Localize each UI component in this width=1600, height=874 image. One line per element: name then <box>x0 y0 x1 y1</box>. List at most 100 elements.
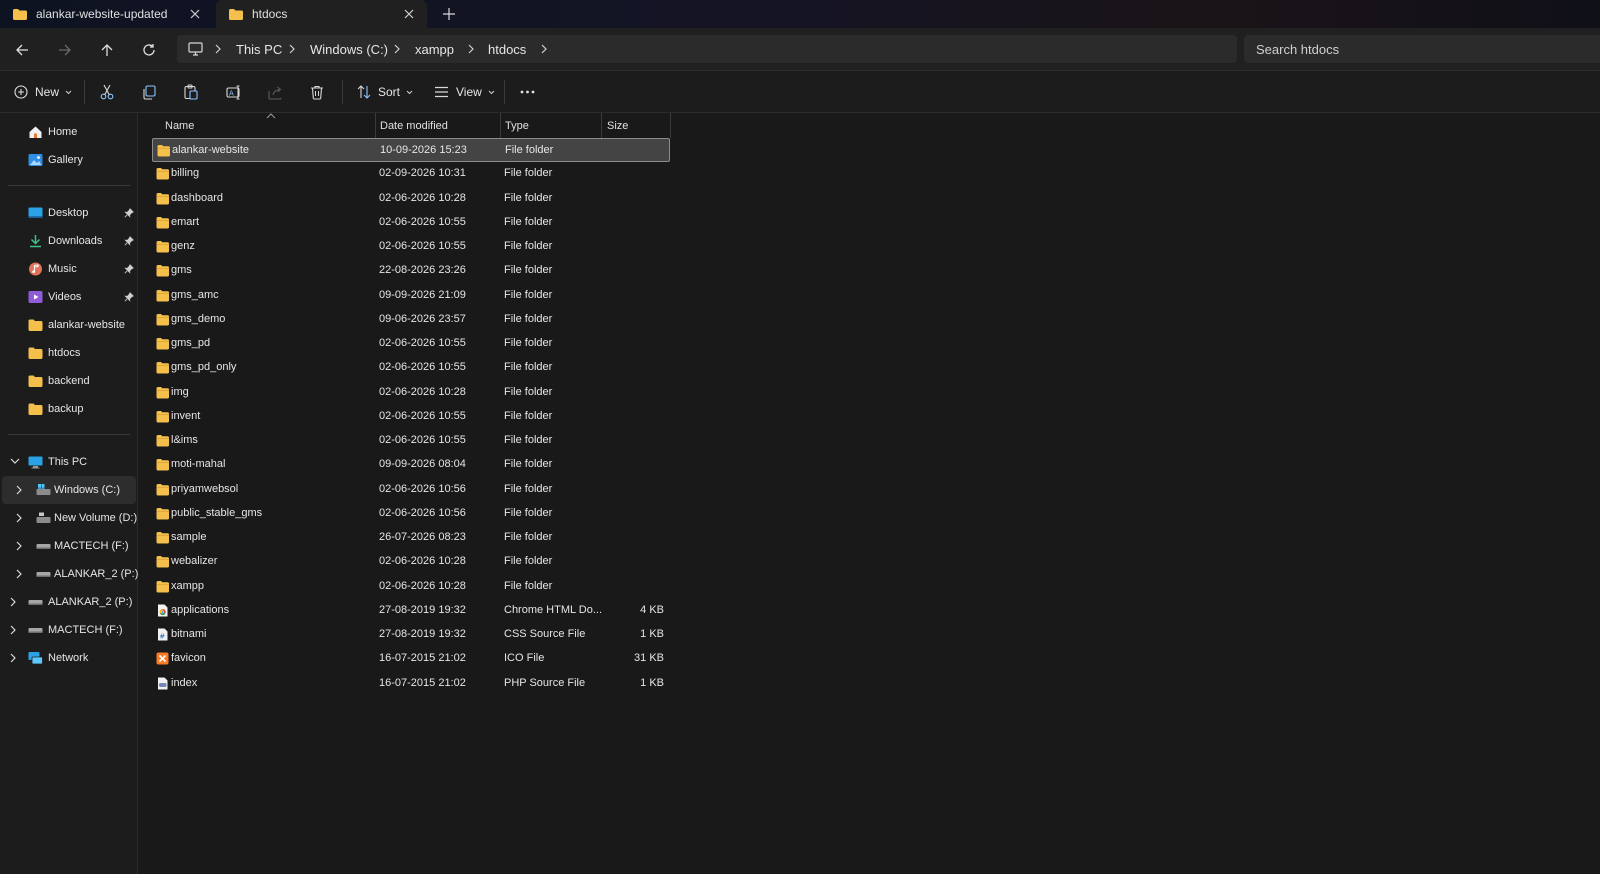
more-options-button[interactable] <box>520 80 535 104</box>
sidebar-item-gallery[interactable]: Gallery <box>0 146 138 174</box>
file-row[interactable]: dashboard 02-06-2026 10:28 File folder <box>152 187 670 211</box>
column-resize-handle[interactable] <box>670 113 671 138</box>
column-header-type[interactable]: Type <box>501 113 601 138</box>
refresh-button[interactable] <box>136 37 162 63</box>
file-date-modified: 09-09-2026 21:09 <box>379 288 466 301</box>
file-date-modified: 10-09-2026 15:23 <box>380 144 467 156</box>
new-tab-button[interactable] <box>441 6 457 22</box>
sidebar-item-backup[interactable]: backup <box>0 395 138 423</box>
sidebar-item-label: Gallery <box>48 154 83 166</box>
sidebar-item-this-pc[interactable]: This PC <box>0 448 138 476</box>
file-row[interactable]: invent 02-06-2026 10:55 File folder <box>152 405 670 429</box>
file-row[interactable]: applications 27-08-2019 19:32 Chrome HTML … <box>152 599 670 623</box>
chevron-right-icon[interactable] <box>16 569 23 579</box>
tab-alankar-website-updated[interactable]: alankar-website-updated <box>0 0 213 28</box>
sidebar-item-new-volume-d[interactable]: New Volume (D:) <box>0 504 138 532</box>
file-row[interactable]: genz 02-06-2026 10:55 File folder <box>152 235 670 259</box>
file-row[interactable]: alankar-website 10-09-2026 15:23 File fold… <box>152 138 670 162</box>
sort-label: Sort <box>378 85 401 99</box>
sidebar-item-label: Windows (C:) <box>54 484 121 496</box>
sidebar-item-music[interactable]: Music <box>0 255 138 283</box>
file-row[interactable]: sample 26-07-2026 08:23 File folder <box>152 526 670 550</box>
search-input[interactable]: Search htdocs <box>1244 35 1600 63</box>
sidebar-item-htdocs[interactable]: htdocs <box>0 339 138 367</box>
command-bar: New A Sort View <box>0 71 1600 113</box>
chevron-right-icon[interactable] <box>16 513 23 523</box>
file-row[interactable]: gms_pd_only 02-06-2026 10:55 File folder <box>152 356 670 380</box>
sidebar-item-alankar-2-p[interactable]: ALANKAR_2 (P:) <box>0 560 138 588</box>
file-row[interactable]: emart 02-06-2026 10:55 File folder <box>152 211 670 235</box>
file-type: File folder <box>504 264 553 277</box>
chevron-right-icon <box>394 44 400 54</box>
chevron-right-icon[interactable] <box>16 541 23 551</box>
file-row[interactable]: gms_demo 09-06-2026 23:57 File folder <box>152 308 670 332</box>
file-row[interactable]: webalizer 02-06-2026 10:28 File folder <box>152 550 670 574</box>
breadcrumb-htdocs[interactable]: htdocs <box>488 42 526 57</box>
file-row[interactable]: public_stable_gms 02-06-2026 10:56 File fo… <box>152 502 670 526</box>
address-bar[interactable]: This PC Windows (C:) xampp htdocs <box>177 35 1237 63</box>
back-button[interactable] <box>9 37 35 63</box>
sidebar-item-alankar-website[interactable]: alankar-website <box>0 311 138 339</box>
file-row[interactable]: # bitnami 27-08-2019 19:32 CSS Source File 1… <box>152 623 670 647</box>
column-header-label: Size <box>607 120 629 132</box>
copy-button[interactable] <box>142 80 156 104</box>
sidebar-item-mactech-f[interactable]: MACTECH (F:) <box>0 532 138 560</box>
toolbar-divider <box>84 80 85 104</box>
close-icon[interactable] <box>187 6 203 22</box>
breadcrumb-windows-c[interactable]: Windows (C:) <box>310 42 388 57</box>
sidebar-item-downloads[interactable]: Downloads <box>0 227 138 255</box>
forward-button[interactable] <box>52 37 78 63</box>
file-date-modified: 22-08-2026 23:26 <box>379 264 466 277</box>
column-header-size[interactable]: Size <box>602 113 670 138</box>
file-row[interactable]: favicon 16-07-2015 21:02 ICO File 31 KB <box>152 647 670 671</box>
file-type: File folder <box>504 312 553 325</box>
file-type: File folder <box>504 506 553 519</box>
sidebar-item-network[interactable]: Network <box>0 644 138 672</box>
sidebar-item-desktop[interactable]: Desktop <box>0 199 138 227</box>
paste-button[interactable] <box>184 80 198 104</box>
file-row[interactable]: priyamwebsol 02-06-2026 10:56 File folder <box>152 478 670 502</box>
breadcrumb-xampp[interactable]: xampp <box>415 42 454 57</box>
chevron-right-icon[interactable] <box>10 625 17 635</box>
file-row[interactable]: index 16-07-2015 21:02 PHP Source File 1 KB <box>152 672 670 696</box>
column-header-date[interactable]: Date modified <box>376 113 500 138</box>
sidebar-item-alankar-2-p-root[interactable]: ALANKAR_2 (P:) <box>0 588 138 616</box>
sidebar-item-windows-c[interactable]: Windows (C:) <box>2 476 136 504</box>
file-row[interactable]: gms_amc 09-09-2026 21:09 File folder <box>152 284 670 308</box>
sidebar-item-label: Music <box>48 263 77 275</box>
sidebar-divider <box>8 185 130 186</box>
chevron-right-icon[interactable] <box>16 485 23 495</box>
file-size: 1 KB <box>640 676 664 689</box>
chevron-down-icon[interactable] <box>10 458 20 465</box>
up-button[interactable] <box>94 37 120 63</box>
sidebar-item-mactech-f-root[interactable]: MACTECH (F:) <box>0 616 138 644</box>
delete-button[interactable] <box>310 80 324 104</box>
file-row[interactable]: moti-mahal 09-09-2026 08:04 File folder <box>152 453 670 477</box>
cut-button[interactable] <box>100 80 114 104</box>
chevron-right-icon <box>468 44 474 54</box>
chevron-right-icon[interactable] <box>10 653 17 663</box>
new-button[interactable]: New <box>14 80 72 104</box>
column-header-name[interactable]: Name <box>152 113 374 138</box>
breadcrumb-this-pc[interactable]: This PC <box>236 42 282 57</box>
sidebar-item-videos[interactable]: Videos <box>0 283 138 311</box>
share-button[interactable] <box>268 80 283 104</box>
close-icon[interactable] <box>401 6 417 22</box>
file-row[interactable]: l&ims 02-06-2026 10:55 File folder <box>152 429 670 453</box>
file-row[interactable]: billing 02-09-2026 10:31 File folder <box>152 162 670 186</box>
file-name: moti-mahal <box>171 458 226 471</box>
file-row[interactable]: gms 22-08-2026 23:26 File folder <box>152 259 670 283</box>
navigation-pane: Home Gallery Desktop Downloads Music Vid… <box>0 113 138 874</box>
chevron-right-icon[interactable] <box>10 597 17 607</box>
file-row[interactable]: gms_pd 02-06-2026 10:55 File folder <box>152 332 670 356</box>
file-date-modified: 02-06-2026 10:55 <box>379 215 466 228</box>
rename-button[interactable]: A <box>226 80 242 104</box>
file-row[interactable]: xampp 02-06-2026 10:28 File folder <box>152 575 670 599</box>
view-button[interactable]: View <box>434 80 495 104</box>
file-row[interactable]: img 02-06-2026 10:28 File folder <box>152 381 670 405</box>
file-date-modified: 02-06-2026 10:28 <box>379 385 466 398</box>
tab-htdocs[interactable]: htdocs <box>216 0 427 28</box>
sidebar-item-backend[interactable]: backend <box>0 367 138 395</box>
sort-button[interactable]: Sort <box>357 80 413 104</box>
sidebar-item-home[interactable]: Home <box>0 118 138 146</box>
